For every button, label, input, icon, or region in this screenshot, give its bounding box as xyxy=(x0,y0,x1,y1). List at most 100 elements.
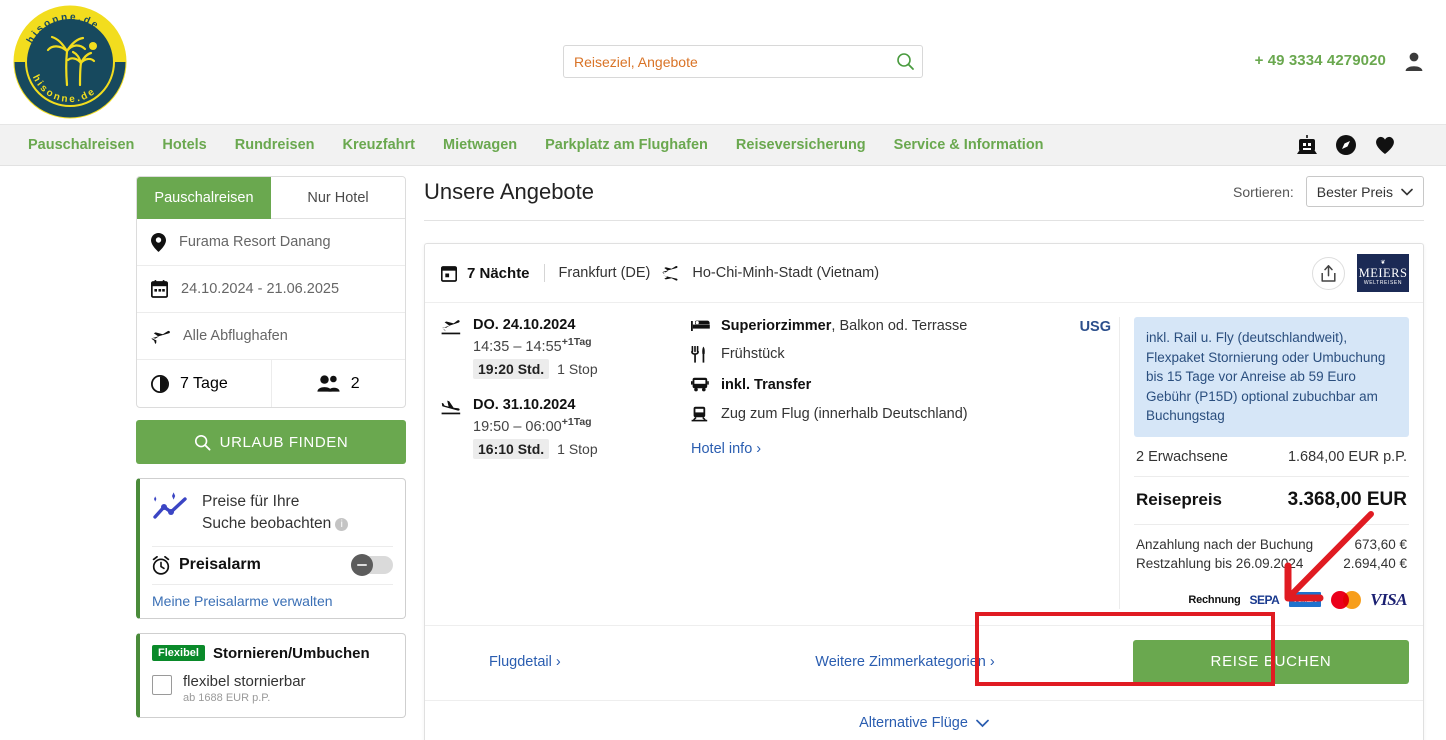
support-phone[interactable]: + 49 3334 4279020 xyxy=(1255,52,1386,69)
transfer-line: inkl. Transfer xyxy=(691,376,1109,397)
alternative-flights-label: Alternative Flüge xyxy=(859,715,968,732)
flight-detail-link[interactable]: Flugdetail › xyxy=(489,654,561,670)
date-range-field[interactable]: 24.10.2024 - 21.06.2025 xyxy=(137,266,405,313)
outbound-day-offset: +1Tag xyxy=(561,336,592,348)
outbound-flight: DO. 24.10.2024 14:35 – 14:55+1Tag 19:20 … xyxy=(441,317,691,379)
flexible-card-title: Stornieren/Umbuchen xyxy=(212,644,370,662)
brand-subtitle: WELTREISEN xyxy=(1363,280,1403,287)
manage-price-alarms-link[interactable]: Meine Preisalarme verwalten xyxy=(152,583,393,618)
destination-field[interactable]: Furama Resort Danang xyxy=(137,219,405,266)
departure-airport-field[interactable]: Alle Abflughafen xyxy=(137,313,405,360)
bus-icon xyxy=(691,376,710,397)
tab-nur-hotel[interactable]: Nur Hotel xyxy=(271,177,405,219)
outbound-date: DO. 24.10.2024 xyxy=(473,317,576,333)
nav-icon-group xyxy=(1296,134,1396,156)
plane-arrival-icon xyxy=(441,397,461,459)
nav-item-pauschalreisen[interactable]: Pauschalreisen xyxy=(14,137,148,153)
outbound-stops: 1 Stop xyxy=(557,360,598,377)
price-alarm-toggle[interactable] xyxy=(351,554,393,577)
cutlery-icon xyxy=(691,345,710,368)
outbound-times: 14:35 – 14:55+1Tag xyxy=(473,336,592,355)
nav-item-service-information[interactable]: Service & Information xyxy=(880,137,1058,153)
site-logo[interactable]: hisonne.de hisonne.de xyxy=(10,3,130,121)
board-line: Frühstück xyxy=(691,345,1109,368)
main-content: Unsere Angebote Sortieren: Bester Preis xyxy=(406,176,1446,740)
book-trip-button[interactable]: REISE BUCHEN xyxy=(1133,639,1409,684)
outbound-depart-time: 14:35 xyxy=(473,338,510,355)
search-input[interactable] xyxy=(564,53,888,70)
flight-route-icon xyxy=(662,266,678,281)
transfer-label: inkl. Transfer xyxy=(721,377,812,393)
find-holiday-button[interactable]: URLAUB FINDEN xyxy=(136,420,406,464)
plane-departure-icon xyxy=(441,317,461,379)
per-person-price-row: 2 Erwachsene 1.684,00 EUR p.P. xyxy=(1134,437,1409,477)
deposit-label: Anzahlung nach der Buchung xyxy=(1136,536,1314,552)
nav-item-rundreisen[interactable]: Rundreisen xyxy=(221,137,329,153)
flexible-cancellation-card: Flexibel Stornieren/Umbuchen flexibel st… xyxy=(136,632,406,718)
more-rooms-label: Weitere Zimmerkategorien xyxy=(815,653,986,670)
travellers-field[interactable]: 2 xyxy=(270,360,406,407)
price-watch-header: Preise für Ihre Suche beobachten i xyxy=(152,479,393,546)
sort-select[interactable]: Bester Preis xyxy=(1305,176,1424,207)
share-button[interactable] xyxy=(1312,256,1345,290)
info-icon[interactable]: i xyxy=(335,518,349,532)
bed-icon xyxy=(691,317,710,337)
calendar-icon xyxy=(441,265,457,282)
robot-icon[interactable] xyxy=(1296,135,1318,155)
search-button[interactable] xyxy=(888,46,922,77)
divider xyxy=(543,264,545,282)
compass-icon[interactable] xyxy=(1335,134,1357,156)
nav-item-hotels[interactable]: Hotels xyxy=(148,137,220,153)
departure-airport-value: Alle Abflughafen xyxy=(183,328,288,344)
pax-price: 1.684,00 EUR p.P. xyxy=(1287,448,1407,465)
search-sidebar: Pauschalreisen Nur Hotel Furama Resort D… xyxy=(136,176,406,740)
room-type: Superiorzimmer xyxy=(721,318,832,334)
results-header: Unsere Angebote Sortieren: Bester Preis xyxy=(424,176,1424,221)
return-date: DO. 31.10.2024 xyxy=(473,396,576,413)
share-icon xyxy=(1321,264,1336,282)
nav-item-mietwagen[interactable]: Mietwagen xyxy=(429,137,531,153)
outbound-arrive-time: 14:55 xyxy=(525,338,562,355)
price-watch-line1: Preise für Ihre xyxy=(202,493,300,510)
account-icon[interactable] xyxy=(1404,50,1424,72)
total-price-row: Reisepreis 3.368,00 EUR xyxy=(1134,477,1409,525)
nav-item-parkplatz[interactable]: Parkplatz am Flughafen xyxy=(531,137,722,153)
chevron-down-icon xyxy=(976,719,989,728)
nav-item-kreuzfahrt[interactable]: Kreuzfahrt xyxy=(329,137,430,153)
offer-origin: Frankfurt (DE) xyxy=(558,265,651,281)
flexible-option-row[interactable]: flexibel stornierbar ab 1688 EUR p.P. xyxy=(152,673,393,704)
payment-methods: Rechnung SEPA AMEX VISA xyxy=(1134,573,1409,609)
payment-rechnung-icon: Rechnung xyxy=(1188,593,1241,606)
nav-item-reiseversicherung[interactable]: Reiseversicherung xyxy=(722,137,880,153)
room-features: , Balkon od. Terrasse xyxy=(831,318,968,334)
global-search[interactable] xyxy=(563,45,923,78)
heart-icon[interactable] xyxy=(1374,135,1396,155)
hotel-info-link[interactable]: Hotel info › xyxy=(691,441,1109,457)
flexible-checkbox[interactable] xyxy=(152,674,172,695)
pax-label: 2 Erwachsene xyxy=(1136,448,1228,465)
balance-value: 2.694,40 € xyxy=(1343,555,1407,571)
chevron-down-icon xyxy=(1401,188,1413,196)
return-arrive-time: 06:00 xyxy=(525,418,562,435)
return-times: 19:50 – 06:00+1Tag xyxy=(473,415,592,435)
tab-pauschalreisen[interactable]: Pauschalreisen xyxy=(137,177,271,219)
brand-name: MEIERS xyxy=(1358,265,1408,280)
duration-travellers-row: 7 Tage 2 xyxy=(137,360,405,407)
offer-nights: 7 Nächte xyxy=(467,264,530,282)
offer-body: DO. 24.10.2024 14:35 – 14:55+1Tag 19:20 … xyxy=(425,303,1423,609)
deposit-row: Anzahlung nach der Buchung 673,60 € xyxy=(1136,535,1407,554)
return-day-offset: +1Tag xyxy=(561,415,592,428)
travellers-icon xyxy=(317,375,340,392)
main-navigation: Pauschalreisen Hotels Rundreisen Kreuzfa… xyxy=(0,124,1446,166)
flights-column: DO. 24.10.2024 14:35 – 14:55+1Tag 19:20 … xyxy=(441,317,691,609)
sort-control: Sortieren: Bester Preis xyxy=(1233,176,1424,207)
alternative-flights-toggle[interactable]: Alternative Flüge xyxy=(425,699,1423,740)
duration-field[interactable]: 7 Tage xyxy=(137,360,271,407)
balance-row: Restzahlung bis 26.09.2024 2.694,40 € xyxy=(1136,554,1407,573)
flexible-option-label: flexibel stornierbar xyxy=(183,672,306,690)
train-line: Zug zum Flug (innerhalb Deutschland) xyxy=(691,405,1109,427)
sort-label: Sortieren: xyxy=(1233,183,1294,200)
more-room-categories-link[interactable]: Weitere Zimmerkategorien › xyxy=(815,654,994,670)
offer-actions: Flugdetail › Weitere Zimmerkategorien › … xyxy=(425,624,1423,700)
payment-visa-icon: VISA xyxy=(1370,589,1407,609)
